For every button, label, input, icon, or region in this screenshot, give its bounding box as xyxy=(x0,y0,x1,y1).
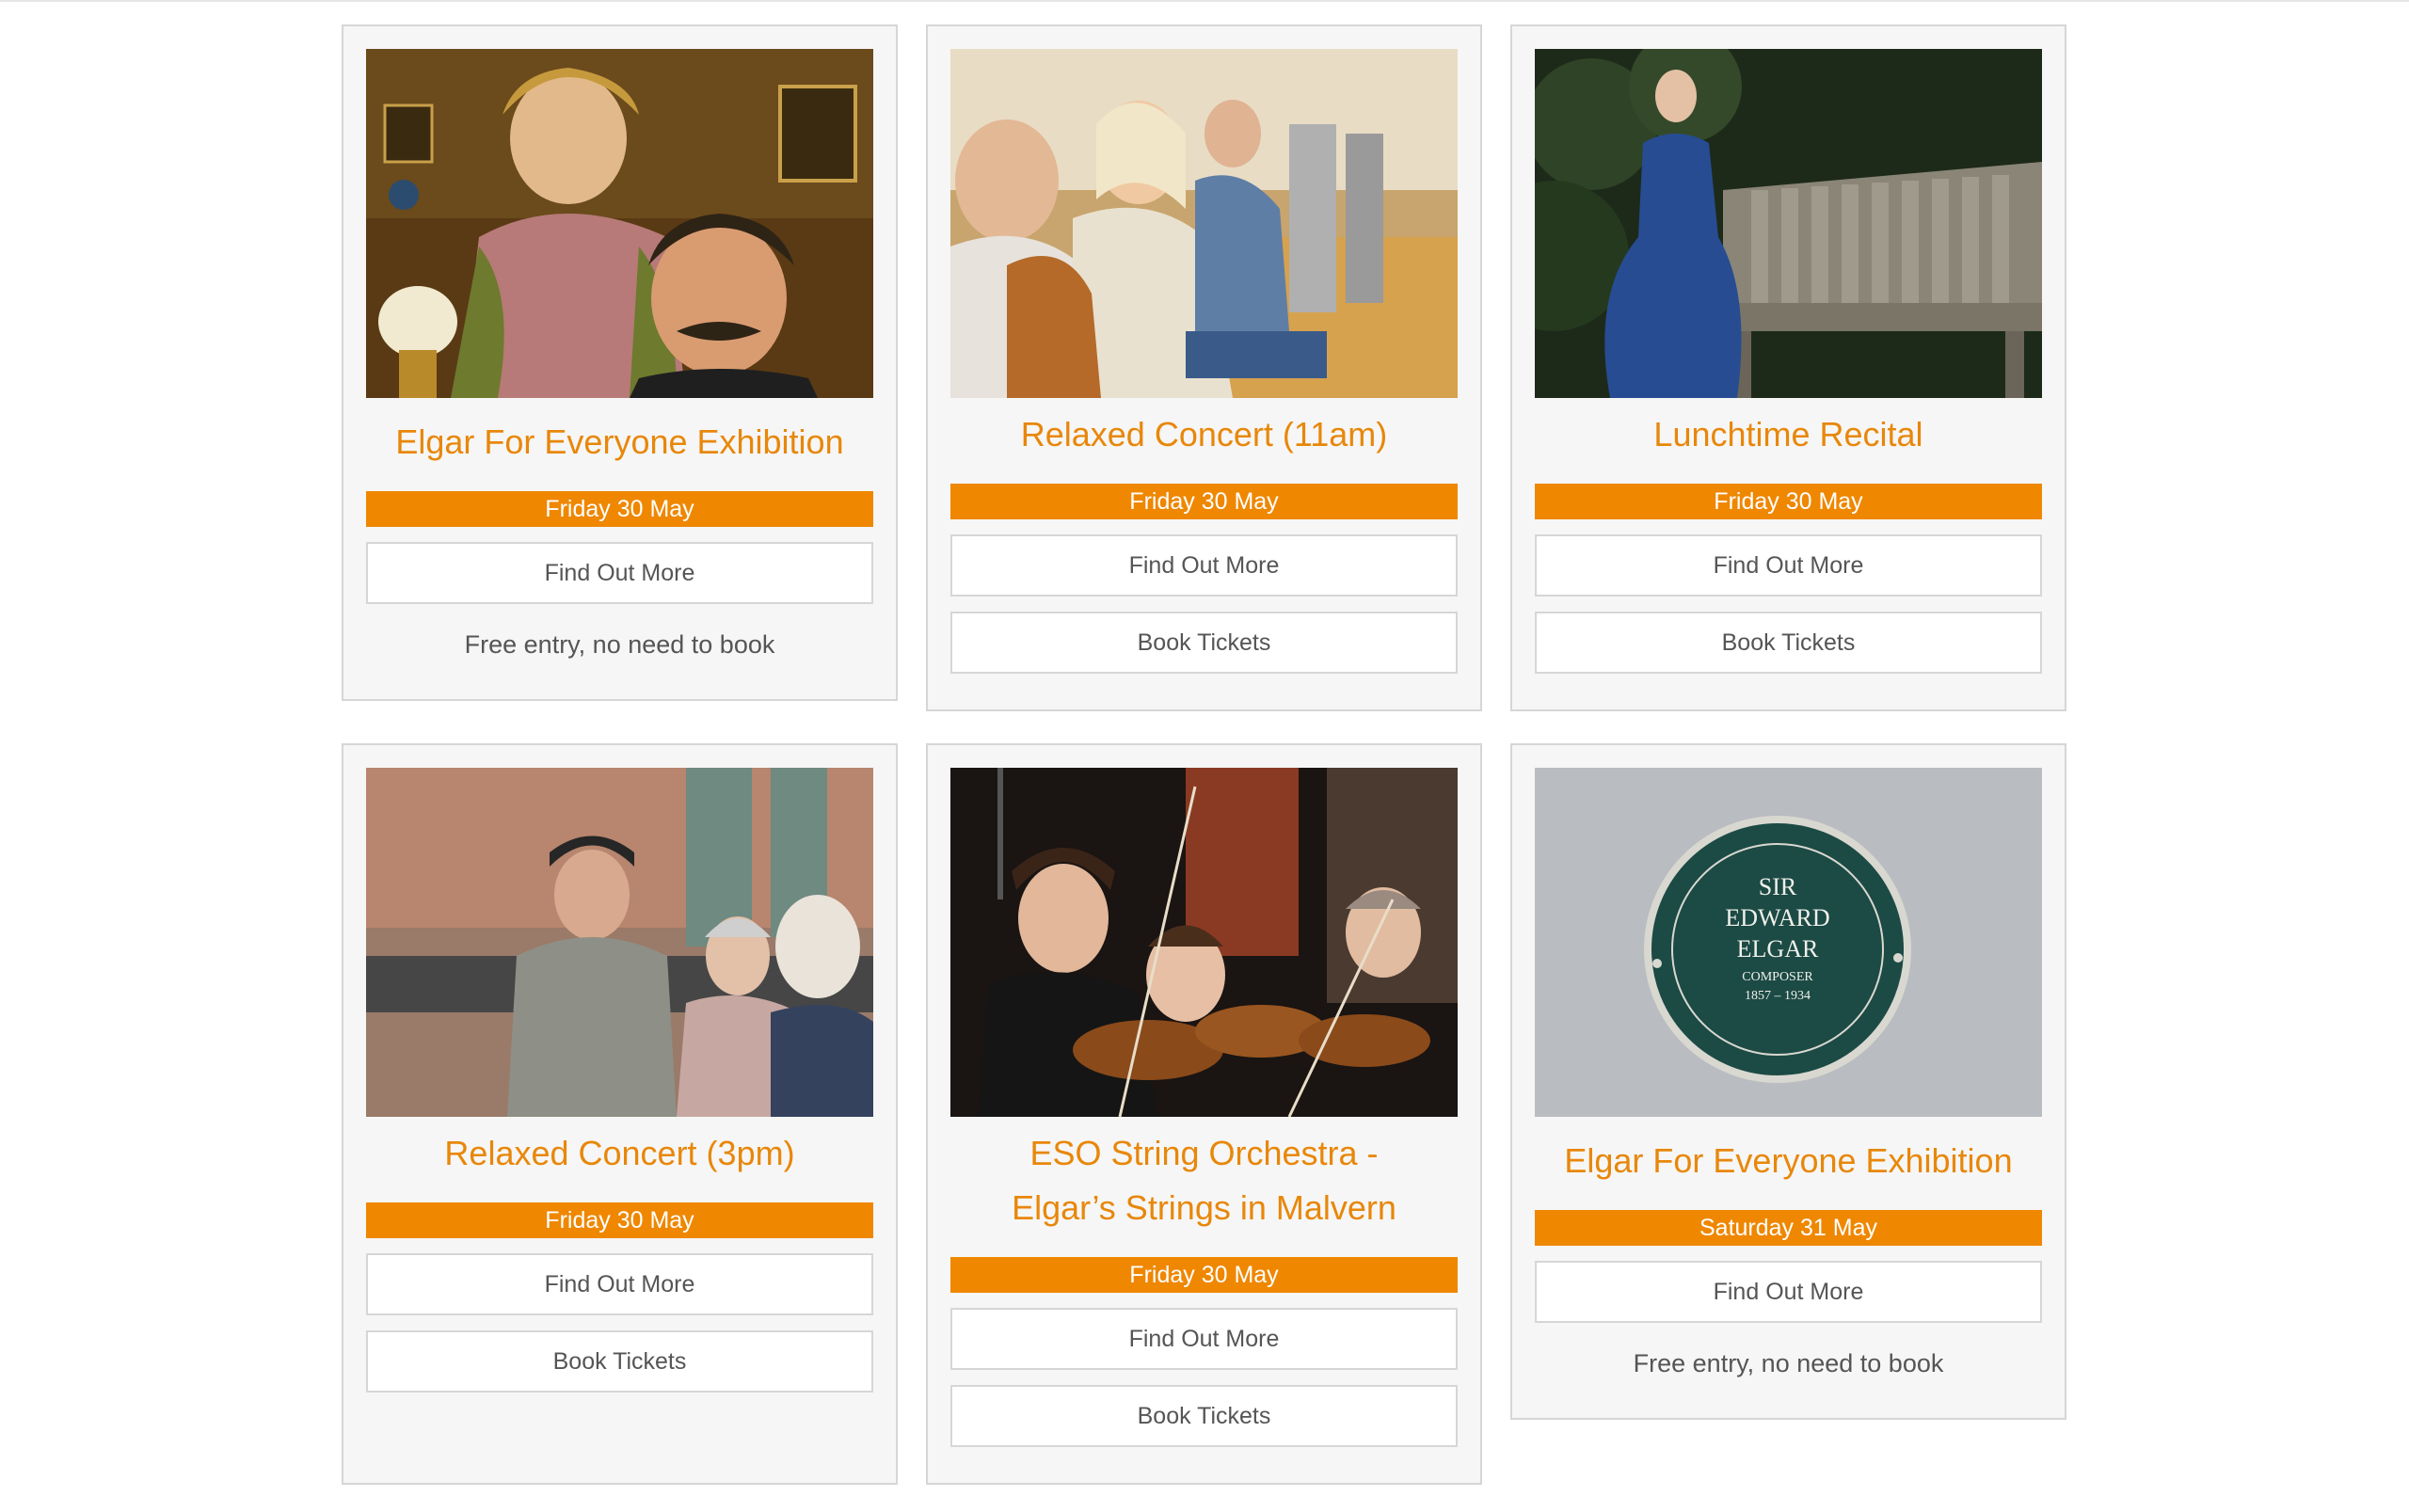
event-image-singer-on-bench[interactable] xyxy=(1535,49,2042,398)
book-tickets-button[interactable]: Book Tickets xyxy=(950,1385,1458,1447)
find-out-more-button[interactable]: Find Out More xyxy=(950,1308,1458,1370)
event-title[interactable]: Elgar For Everyone Exhibition xyxy=(366,415,873,470)
free-entry-note: Free entry, no need to book xyxy=(464,630,775,659)
event-card-3: Lunchtime Recital Friday 30 May Find Out… xyxy=(1510,24,2066,711)
event-card-1: Elgar For Everyone Exhibition Friday 30 … xyxy=(342,24,898,701)
event-title[interactable]: Relaxed Concert (3pm) xyxy=(366,1126,873,1181)
book-tickets-button[interactable]: Book Tickets xyxy=(950,612,1458,674)
find-out-more-button[interactable]: Find Out More xyxy=(366,1253,873,1315)
plaque-line-years: 1857 – 1934 xyxy=(1745,989,1811,1003)
plaque-line-elgar: ELGAR xyxy=(1737,935,1819,963)
event-image-string-orchestra[interactable] xyxy=(950,768,1458,1117)
event-date-bar: Friday 30 May xyxy=(950,484,1458,519)
find-out-more-button[interactable]: Find Out More xyxy=(1535,534,2042,597)
plaque-line-composer: COMPOSER xyxy=(1742,970,1813,984)
event-date-bar: Friday 30 May xyxy=(950,1257,1458,1293)
plaque-line-edward: EDWARD xyxy=(1725,904,1829,931)
event-card-5: ESO String Orchestra - Elgar’s Strings i… xyxy=(926,743,1482,1485)
event-image-audience-applause[interactable] xyxy=(950,49,1458,398)
find-out-more-button[interactable]: Find Out More xyxy=(366,542,873,604)
find-out-more-button[interactable]: Find Out More xyxy=(1535,1261,2042,1323)
event-title[interactable]: Relaxed Concert (11am) xyxy=(950,407,1458,462)
event-date-bar: Friday 30 May xyxy=(1535,484,2042,519)
event-date-bar: Saturday 31 May xyxy=(1535,1210,2042,1246)
event-card-6: SIR EDWARD ELGAR COMPOSER 1857 – 1934 El… xyxy=(1510,743,2066,1420)
event-card-4: Relaxed Concert (3pm) Friday 30 May Find… xyxy=(342,743,898,1485)
top-divider xyxy=(0,0,2409,2)
free-entry-note: Free entry, no need to book xyxy=(1633,1349,1944,1377)
event-title[interactable]: Lunchtime Recital xyxy=(1535,407,2042,462)
event-title[interactable]: Elgar For Everyone Exhibition xyxy=(1535,1134,2042,1188)
book-tickets-button[interactable]: Book Tickets xyxy=(1535,612,2042,674)
event-title-line-2[interactable]: Elgar’s Strings in Malvern xyxy=(950,1181,1458,1235)
book-tickets-button[interactable]: Book Tickets xyxy=(366,1330,873,1393)
event-title-line-1[interactable]: ESO String Orchestra - xyxy=(950,1126,1458,1181)
event-date-bar: Friday 30 May xyxy=(366,491,873,527)
event-date-bar: Friday 30 May xyxy=(366,1202,873,1238)
event-card-2: Relaxed Concert (11am) Friday 30 May Fin… xyxy=(926,24,1482,711)
event-image-blue-plaque[interactable]: SIR EDWARD ELGAR COMPOSER 1857 – 1934 xyxy=(1535,768,2042,1117)
plaque-line-sir: SIR xyxy=(1759,873,1797,900)
event-image-elgar-painting[interactable] xyxy=(366,49,873,398)
event-image-relaxed-audience[interactable] xyxy=(366,768,873,1117)
find-out-more-button[interactable]: Find Out More xyxy=(950,534,1458,597)
